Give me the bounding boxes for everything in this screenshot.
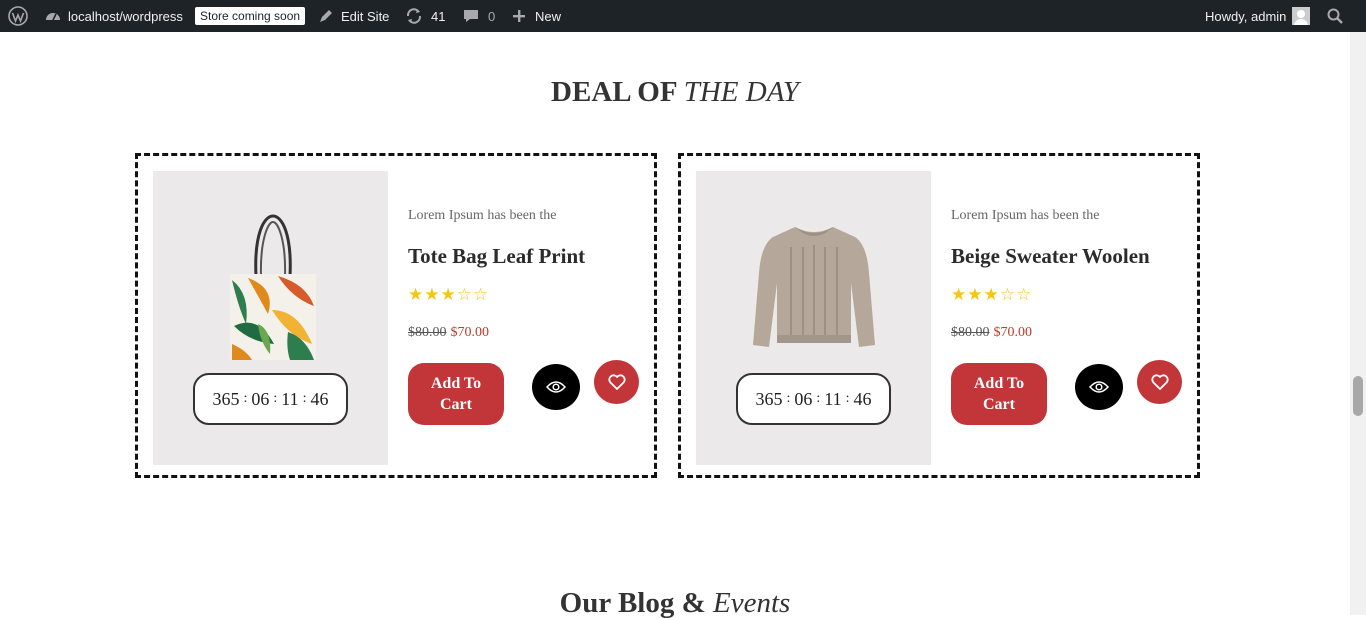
store-badge-label: Store coming soon — [195, 7, 306, 25]
add-to-cart-button[interactable]: Add To Cart — [951, 363, 1047, 425]
howdy-label: Howdy, admin — [1205, 8, 1287, 24]
timer-hours: 06 — [794, 388, 813, 409]
star-empty-icon: ☆ — [456, 285, 472, 304]
quick-view-button[interactable] — [532, 364, 580, 410]
edit-site-label: Edit Site — [341, 8, 390, 24]
old-price: $80.00 — [408, 325, 447, 340]
eye-icon — [1089, 381, 1109, 393]
timer-days: 365 — [755, 388, 783, 409]
product-image-box[interactable]: 365:06:11:46 — [696, 171, 931, 465]
timer-seconds: 46 — [310, 388, 329, 409]
comments-link[interactable]: 0 — [462, 0, 495, 32]
my-account-link[interactable]: Howdy, admin — [1205, 0, 1311, 32]
star-filled-icon: ★ — [951, 285, 967, 304]
star-empty-icon: ☆ — [999, 285, 1015, 304]
new-label: New — [535, 8, 562, 24]
sweater-image — [753, 227, 875, 347]
star-rating: ★ ★ ★ ☆ ☆ — [408, 286, 488, 303]
deal-title-em: THE DAY — [683, 76, 799, 108]
scrollbar-thumb[interactable] — [1353, 376, 1363, 416]
updates-count: 41 — [431, 8, 446, 24]
store-coming-soon-badge[interactable]: Store coming soon — [195, 0, 306, 32]
star-filled-icon: ★ — [424, 285, 440, 304]
comments-icon — [462, 7, 480, 25]
site-name: localhost/wordpress — [68, 8, 183, 24]
product-description: Lorem Ipsum has been the — [951, 208, 1100, 223]
old-price: $80.00 — [951, 325, 990, 340]
quick-view-button[interactable] — [1075, 364, 1123, 410]
wordpress-logo-icon[interactable] — [8, 0, 28, 32]
new-content-link[interactable]: New — [511, 0, 561, 32]
deal-title-main: DEAL OF — [551, 76, 677, 108]
plus-icon — [511, 8, 527, 24]
blog-title-em: Events — [713, 587, 791, 619]
countdown-timer: 365:06:11:46 — [736, 373, 891, 425]
dashboard-icon — [44, 7, 62, 25]
blog-title-main: Our Blog & — [559, 587, 706, 619]
timer-minutes: 11 — [824, 388, 842, 409]
star-filled-icon: ★ — [967, 285, 983, 304]
comments-count: 0 — [488, 8, 496, 24]
edit-site-link[interactable]: Edit Site — [317, 0, 389, 32]
star-empty-icon: ☆ — [473, 285, 489, 304]
star-rating: ★ ★ ★ ☆ ☆ — [951, 286, 1031, 303]
product-name[interactable]: Tote Bag Leaf Print — [408, 244, 585, 269]
countdown-timer: 365:06:11:46 — [193, 373, 348, 425]
heart-icon — [607, 374, 626, 390]
timer-seconds: 46 — [853, 388, 872, 409]
updates-icon — [405, 7, 423, 25]
add-to-cart-button[interactable]: Add To Cart — [408, 363, 504, 425]
product-price: $80.00 $70.00 — [951, 325, 1032, 341]
product-price: $80.00 $70.00 — [408, 325, 489, 341]
eye-icon — [546, 381, 566, 393]
deal-card: 365:06:11:46 Lorem Ipsum has been the Be… — [678, 153, 1200, 478]
timer-hours: 06 — [251, 388, 270, 409]
product-description: Lorem Ipsum has been the — [408, 208, 557, 223]
sale-price: $70.00 — [993, 325, 1033, 340]
edit-site-icon — [317, 7, 335, 25]
sale-price: $70.00 — [450, 325, 490, 340]
star-empty-icon: ☆ — [1016, 285, 1032, 304]
updates-link[interactable]: 41 — [405, 0, 445, 32]
star-filled-icon: ★ — [983, 285, 999, 304]
timer-minutes: 11 — [281, 388, 299, 409]
deal-of-the-day-heading: DEAL OF THE DAY — [0, 76, 1350, 109]
site-name-link[interactable]: localhost/wordpress — [44, 0, 183, 32]
avatar — [1292, 7, 1311, 25]
tote-bag-image — [230, 214, 316, 360]
timer-days: 365 — [212, 388, 240, 409]
page-scrollbar[interactable] — [1350, 32, 1366, 615]
admin-bar: localhost/wordpress Store coming soon Ed… — [0, 0, 1366, 32]
heart-icon — [1150, 374, 1169, 390]
wishlist-button[interactable] — [594, 360, 639, 404]
product-name[interactable]: Beige Sweater Woolen — [951, 244, 1150, 269]
product-image-box[interactable]: 365:06:11:46 — [153, 171, 388, 465]
search-icon[interactable] — [1326, 0, 1344, 32]
deal-card: 365:06:11:46 Lorem Ipsum has been the To… — [135, 153, 657, 478]
blog-heading: Our Blog & Events — [0, 587, 1350, 620]
star-filled-icon: ★ — [408, 285, 424, 304]
wishlist-button[interactable] — [1137, 360, 1182, 404]
star-filled-icon: ★ — [440, 285, 456, 304]
